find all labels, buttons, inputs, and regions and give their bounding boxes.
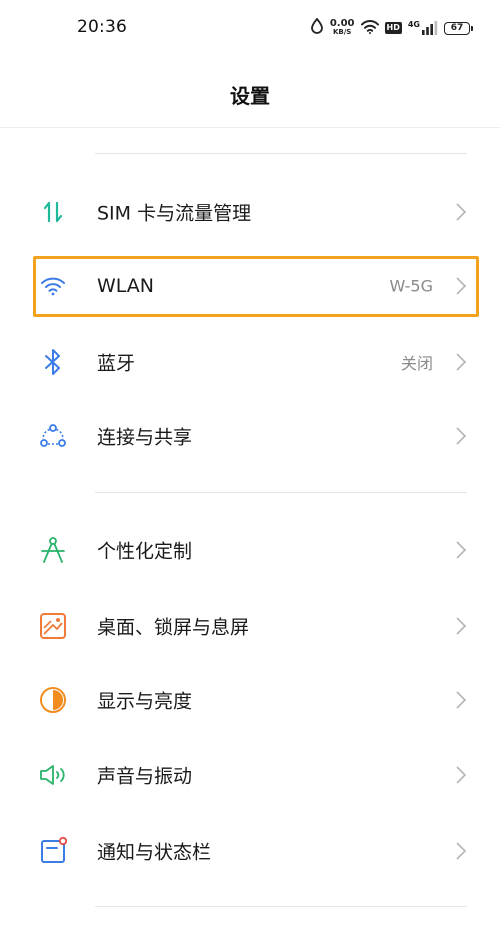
settings-item-sound[interactable]: 声音与振动: [0, 745, 500, 805]
connection-share-icon: [38, 421, 68, 451]
group-divider: [95, 153, 467, 154]
settings-item-personalize[interactable]: 个性化定制: [0, 520, 500, 580]
data-saver-icon: [310, 17, 324, 38]
hd-badge: HD: [384, 22, 402, 34]
network-speed-unit: KB/S: [332, 28, 352, 36]
chevron-right-icon: [456, 277, 467, 295]
settings-item-notification[interactable]: 通知与状态栏: [0, 821, 500, 881]
status-bar: 20:36 0.00 KB/S HD 4G 67: [0, 0, 500, 58]
group-divider: [95, 492, 467, 493]
settings-item-label: 个性化定制: [97, 540, 193, 563]
settings-item-label: 蓝牙: [97, 352, 136, 375]
settings-item-wlan[interactable]: WLAN W-5G: [0, 256, 500, 316]
settings-item-label: 显示与亮度: [97, 690, 193, 713]
signal-icon: 4G: [408, 21, 438, 35]
settings-item-label: 声音与振动: [97, 765, 193, 788]
settings-item-sim[interactable]: SIM 卡与流量管理: [0, 182, 500, 242]
bluetooth-icon: [38, 347, 68, 377]
settings-item-label: WLAN: [97, 275, 155, 297]
sound-icon: [38, 760, 68, 790]
status-icons: 0.00 KB/S HD 4G 67: [310, 16, 473, 40]
settings-item-label: 连接与共享: [97, 426, 193, 449]
wallpaper-icon: [38, 611, 68, 641]
settings-item-connection[interactable]: 连接与共享: [0, 406, 500, 466]
settings-item-bluetooth[interactable]: 蓝牙 关闭: [0, 332, 500, 392]
bluetooth-status: 关闭: [400, 354, 433, 373]
chevron-right-icon: [456, 541, 467, 559]
settings-item-desktop[interactable]: 桌面、锁屏与息屏: [0, 596, 500, 656]
settings-item-label: 桌面、锁屏与息屏: [97, 616, 250, 639]
chevron-right-icon: [456, 427, 467, 445]
network-type: 4G: [407, 20, 420, 29]
chevron-right-icon: [456, 203, 467, 221]
battery-level: 67: [450, 23, 464, 33]
wifi-status-icon: [360, 19, 379, 38]
chevron-right-icon: [456, 617, 467, 635]
wlan-network-name: W-5G: [389, 276, 433, 296]
network-speed-value: 0.00: [329, 18, 355, 29]
status-time: 20:36: [77, 17, 127, 37]
chevron-right-icon: [456, 842, 467, 860]
sim-data-icon: [38, 197, 68, 227]
settings-item-display[interactable]: 显示与亮度: [0, 670, 500, 730]
header-divider: [0, 127, 500, 128]
chevron-right-icon: [456, 691, 467, 709]
wifi-icon: [38, 271, 68, 301]
notification-icon: [38, 836, 68, 866]
brightness-icon: [38, 685, 68, 715]
settings-item-label: SIM 卡与流量管理: [97, 202, 252, 225]
chevron-right-icon: [456, 353, 467, 371]
group-divider: [95, 906, 467, 907]
battery-indicator: 67: [444, 21, 473, 35]
page-title: 设置: [230, 84, 270, 108]
network-speed: 0.00 KB/S: [329, 18, 355, 37]
settings-item-label: 通知与状态栏: [97, 841, 212, 864]
chevron-right-icon: [456, 766, 467, 784]
personalize-icon: [38, 535, 68, 565]
